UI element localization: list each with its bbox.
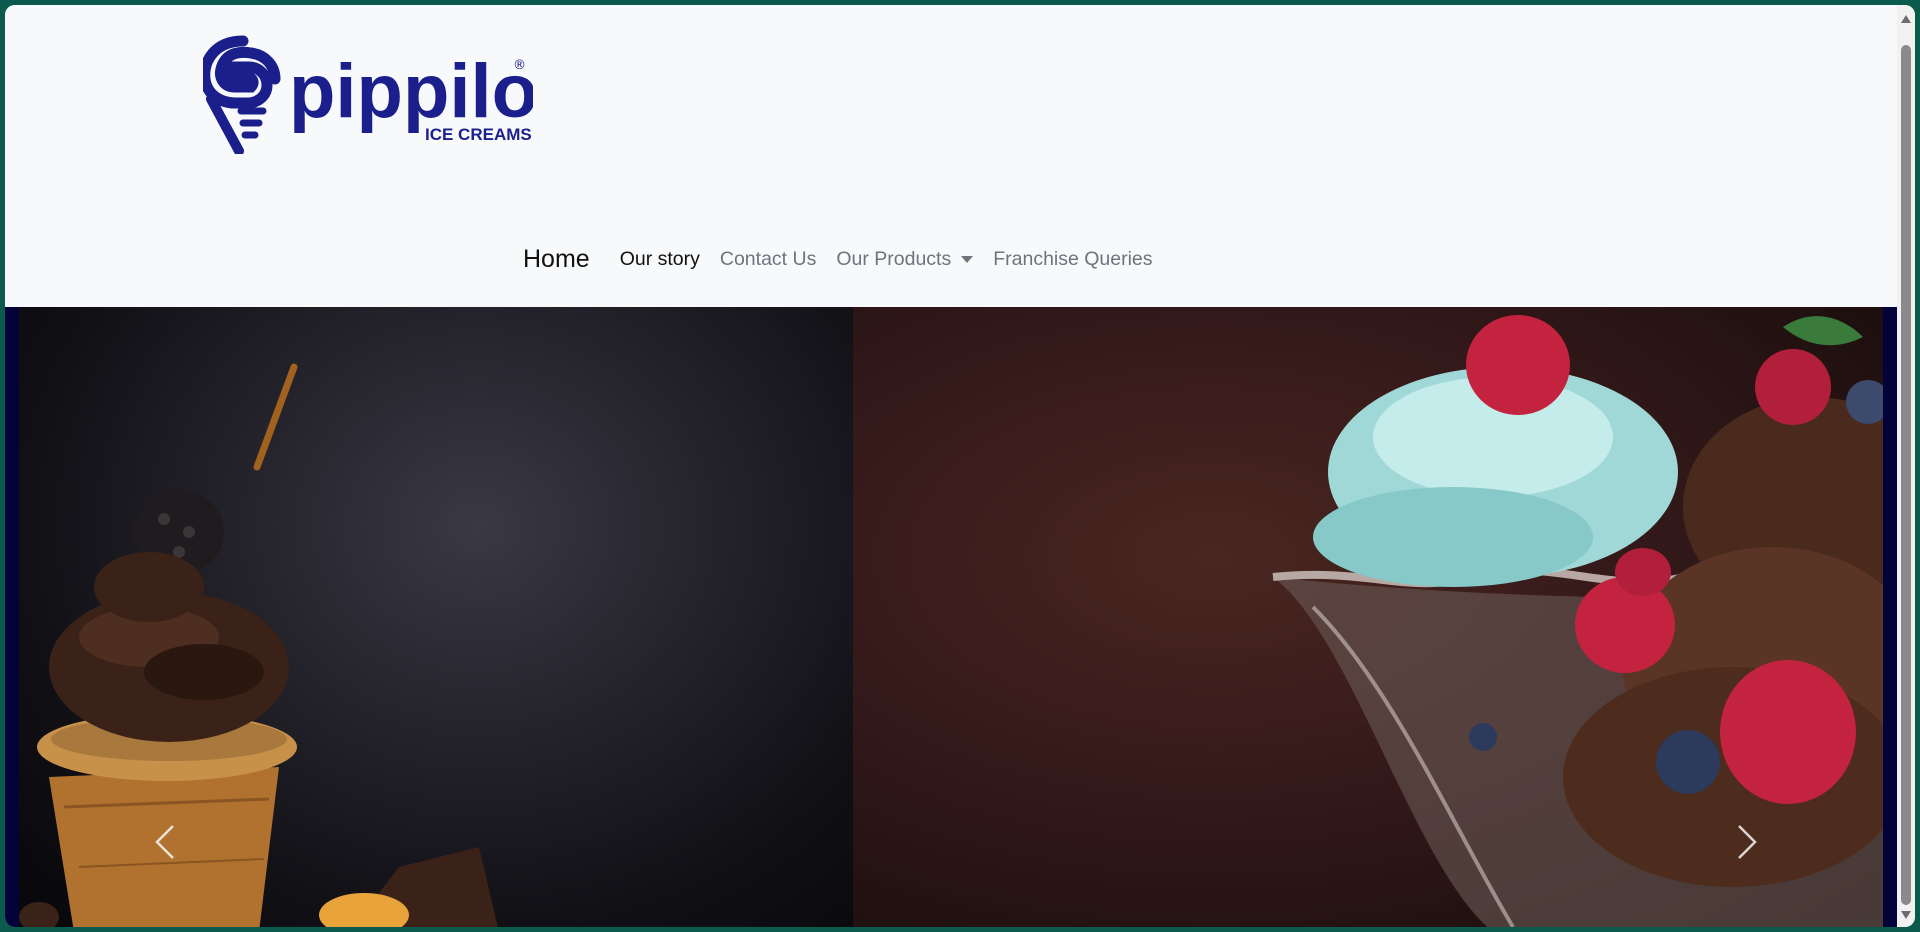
nav-franchise-queries-link[interactable]: Franchise Queries — [993, 248, 1152, 271]
scroll-down-arrow-icon[interactable] — [1901, 911, 1911, 919]
svg-text:ICE CREAMS: ICE CREAMS — [425, 125, 532, 144]
carousel-prev-button[interactable] — [135, 807, 195, 877]
browser-window: pippilo ICE CREAMS ® Home Our story Cont… — [5, 5, 1915, 927]
caret-down-icon — [961, 255, 974, 263]
chevron-left-icon — [155, 825, 174, 859]
nav-contact-us-link[interactable]: Contact Us — [720, 248, 816, 271]
nav-our-products-dropdown[interactable]: Our Products — [836, 247, 974, 271]
site-header: pippilo ICE CREAMS ® Home Our story Cont… — [5, 5, 1897, 307]
nav-our-story-link[interactable]: Our story — [620, 248, 700, 271]
svg-text:pippilo: pippilo — [289, 49, 533, 134]
nav-our-products-label: Our Products — [836, 247, 952, 270]
main-nav: Home Our story Contact Us Our Products F… — [523, 239, 1173, 279]
svg-text:®: ® — [513, 58, 526, 73]
nav-home-link[interactable]: Home — [523, 245, 590, 274]
scrollbar-thumb[interactable] — [1901, 45, 1911, 905]
hero-carousel — [5, 307, 1897, 927]
carousel-next-button[interactable] — [1717, 807, 1777, 877]
scroll-up-arrow-icon[interactable] — [1901, 15, 1911, 23]
chevron-right-icon — [1738, 825, 1757, 859]
pippilo-logo-graphic: pippilo ICE CREAMS ® — [199, 35, 538, 156]
brand-logo[interactable]: pippilo ICE CREAMS ® — [199, 29, 538, 156]
vertical-scrollbar[interactable] — [1897, 5, 1915, 927]
